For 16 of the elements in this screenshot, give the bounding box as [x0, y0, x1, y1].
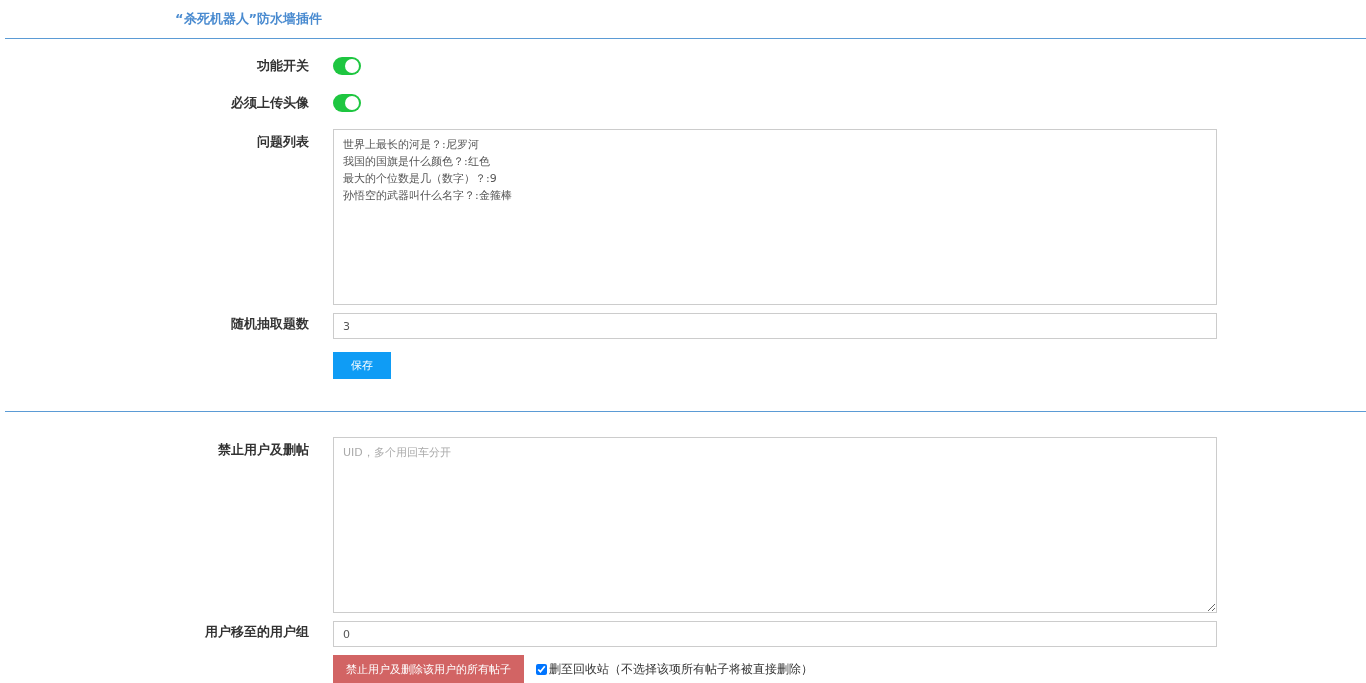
field-label: 用户移至的用户组 — [205, 624, 309, 639]
ban-button[interactable]: 禁止用户及删除该用户的所有帖子 — [333, 655, 524, 683]
field-label: 禁止用户及删帖 — [218, 442, 309, 457]
checkbox-label: 删至回收站（不选择该项所有帖子将被直接删除） — [549, 660, 813, 678]
textarea-field[interactable]: UID，多个用回车分开 — [333, 437, 1217, 613]
textarea-field[interactable]: 世界上最长的河是？:尼罗河 我国的国旗是什么颜色？:红色 最大的个位数是几（数字）？:9 孙悟空的武器叫什么名字？:金箍棒 — [333, 129, 1217, 305]
toggle-switch[interactable] — [333, 94, 361, 112]
input-field[interactable]: 3 — [333, 313, 1217, 339]
checkbox[interactable] — [536, 663, 547, 675]
field-label: 随机抽取题数 — [231, 316, 309, 331]
field-label: 必须上传头像 — [231, 95, 309, 110]
toggle-switch[interactable] — [333, 57, 361, 75]
plugin-title: “杀死机器人”防水墙插件 — [175, 10, 323, 28]
input-field[interactable]: 0 — [333, 621, 1217, 647]
field-label: 问题列表 — [257, 134, 309, 149]
field-label: 功能开关 — [257, 58, 309, 73]
